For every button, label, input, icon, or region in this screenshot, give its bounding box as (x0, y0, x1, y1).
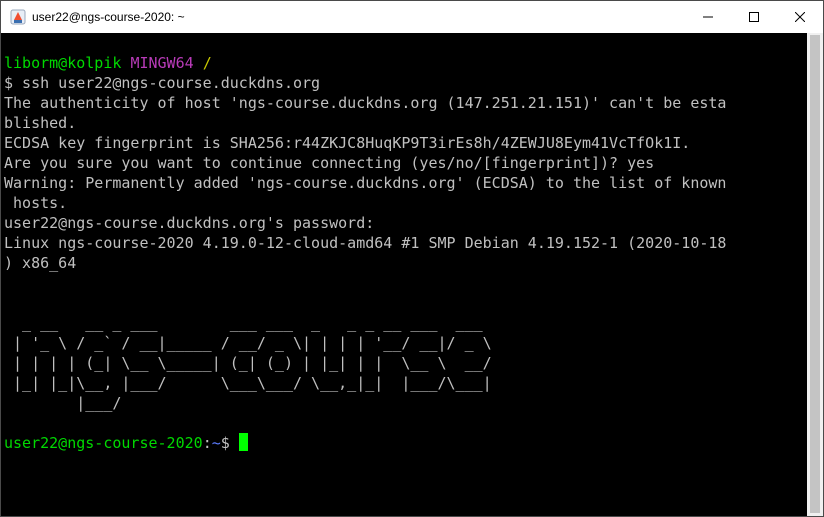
banner-line: | '_ \ / _` / __|_____ / __/ _ \| | | | … (4, 334, 492, 352)
vertical-scrollbar[interactable] (807, 33, 823, 516)
maximize-button[interactable] (731, 1, 777, 33)
banner-line: |___/ (4, 394, 122, 412)
output-line: Linux ngs-course-2020 4.19.0-12-cloud-am… (4, 234, 727, 252)
text-cursor (238, 433, 248, 451)
git-bash-icon (10, 9, 26, 25)
local-prompt-system: MINGW64 (130, 54, 194, 72)
remote-prompt-user-host: user22@ngs-course-2020 (4, 434, 203, 452)
title-bar[interactable]: user22@ngs-course-2020: ~ (1, 1, 823, 33)
minimize-button[interactable] (685, 1, 731, 33)
local-prompt-path: / (202, 54, 212, 72)
output-line: user22@ngs-course.duckdns.org's password… (4, 214, 375, 232)
output-line: ECDSA key fingerprint is SHA256:r44ZKJC8… (4, 134, 691, 152)
minimize-icon (703, 16, 713, 18)
banner-line: | | | | (_| \__ \_____| (_| (_) | |_| | … (4, 354, 492, 372)
local-prompt-user-host: liborm@kolpik (4, 54, 122, 72)
output-line: Warning: Permanently added 'ngs-course.d… (4, 174, 727, 192)
close-button[interactable] (777, 1, 823, 33)
terminal-window: user22@ngs-course-2020: ~ liborm@kolpik … (0, 0, 824, 517)
remote-prompt-path: ~ (211, 434, 221, 452)
maximize-icon (749, 12, 759, 22)
banner-line: _ __ __ _ ___ ___ ___ _ _ _ __ ___ ___ (4, 314, 483, 332)
terminal-output: liborm@kolpik MINGW64 / $ ssh user22@ngs… (4, 53, 726, 453)
terminal-content[interactable]: liborm@kolpik MINGW64 / $ ssh user22@ngs… (1, 33, 807, 516)
window-title: user22@ngs-course-2020: ~ (32, 10, 185, 24)
output-line: ) x86_64 (4, 254, 77, 272)
output-line: Are you sure you want to continue connec… (4, 154, 655, 172)
ssh-command-line: $ ssh user22@ngs-course.duckdns.org (4, 74, 321, 92)
banner-line: |_| |_|\__, |___/ \___\___/ \__,_|_| |__… (4, 374, 492, 392)
close-icon (795, 12, 805, 22)
remote-prompt-symbol: $ (220, 434, 230, 452)
scrollbar-thumb[interactable] (810, 35, 820, 513)
output-line: hosts. (4, 194, 68, 212)
output-line: blished. (4, 114, 77, 132)
output-line: The authenticity of host 'ngs-course.duc… (4, 94, 727, 112)
remote-prompt-separator: : (202, 434, 212, 452)
